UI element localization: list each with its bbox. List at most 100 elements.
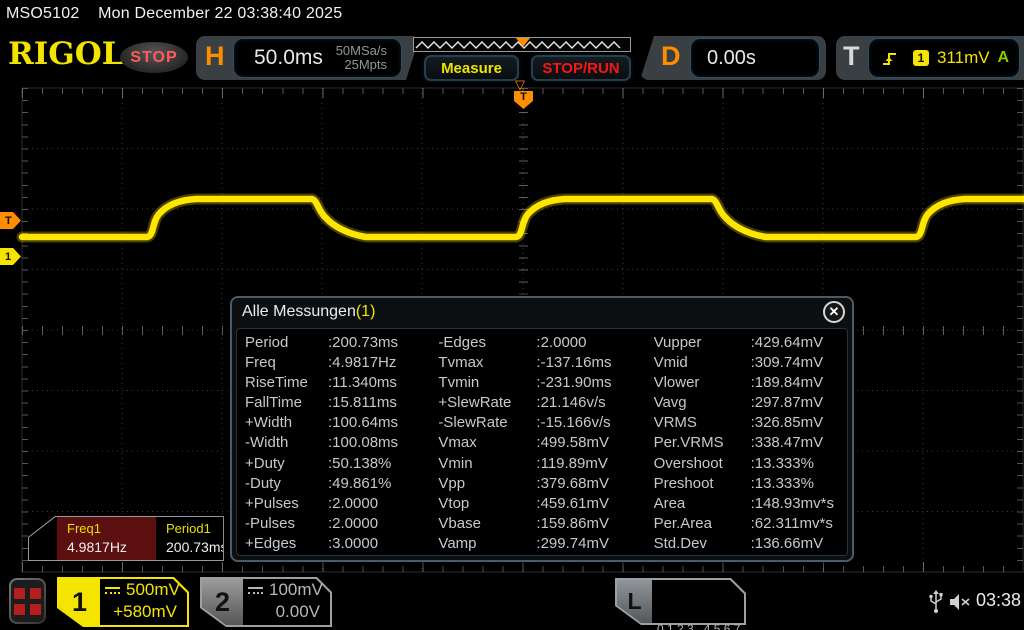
measurement-readout-inner: Freq1 4.9817Hz Period1 200.73ms	[29, 517, 223, 560]
measure-value: :-137.16ms	[536, 354, 611, 374]
measure-label: -Width	[245, 434, 328, 454]
readout-period1-value: 200.73ms	[166, 539, 224, 555]
channel2-scale: 100mV	[269, 580, 323, 600]
measure-value: :159.86mV	[536, 515, 609, 535]
measure-row: -Pulses:2.0000	[245, 515, 438, 535]
measure-value: :15.811ms	[328, 394, 397, 414]
measure-label: Preshoot	[654, 475, 751, 495]
measure-value: :299.74mV	[536, 535, 609, 555]
measure-label: RiseTime	[245, 374, 328, 394]
readout-cell-period1[interactable]: Period1 200.73ms	[156, 517, 224, 560]
measure-value: :200.73ms	[328, 334, 398, 354]
readout-freq1-label: Freq1	[67, 521, 156, 536]
measure-panel-count: (1)	[356, 303, 376, 321]
measure-label: Period	[245, 334, 328, 354]
measure-row: Tvmax:-137.16ms	[438, 354, 653, 374]
measure-value: :429.64mV	[751, 334, 824, 354]
measure-label: -Duty	[245, 475, 328, 495]
measure-row: Vavg:297.87mV	[654, 394, 847, 414]
measure-row: +SlewRate:21.146v/s	[438, 394, 653, 414]
measure-row: Period:200.73ms	[245, 334, 438, 354]
measure-row: Vmax:499.58mV	[438, 434, 653, 454]
measure-label: Vupper	[654, 334, 751, 354]
measure-row: FallTime:15.811ms	[245, 394, 438, 414]
menu-grid-button[interactable]	[9, 578, 46, 624]
channel2-number: 2	[202, 579, 243, 625]
measure-label: Vpp	[438, 475, 536, 495]
measure-label: +SlewRate	[438, 394, 536, 414]
measure-panel-title: Alle Messungen (1)	[232, 298, 852, 326]
measure-value: :379.68mV	[536, 475, 609, 495]
measure-value: :189.84mV	[751, 374, 824, 394]
measure-label: -Edges	[438, 334, 536, 354]
measure-row: Vbase:159.86mV	[438, 515, 653, 535]
measure-label: Vtop	[438, 495, 536, 515]
measure-row: Freq:4.9817Hz	[245, 354, 438, 374]
measurement-readout-box: Freq1 4.9817Hz Period1 200.73ms	[28, 516, 224, 561]
measure-value: :49.861%	[328, 475, 391, 495]
readout-freq1-value: 4.9817Hz	[67, 539, 156, 555]
measure-label: Area	[654, 495, 751, 515]
measure-row: Vamp:299.74mV	[438, 535, 653, 555]
measure-row: Tvmin:-231.90ms	[438, 374, 653, 394]
measure-value: :13.333%	[751, 475, 814, 495]
readout-period1-label: Period1	[166, 521, 224, 536]
measure-row: RiseTime:11.340ms	[245, 374, 438, 394]
measure-label: Vavg	[654, 394, 751, 414]
measure-label: Vbase	[438, 515, 536, 535]
measure-value: :100.08ms	[328, 434, 398, 454]
measure-value: :3.0000	[328, 535, 378, 555]
measure-label: Vamp	[438, 535, 536, 555]
measure-label: Vmin	[438, 455, 536, 475]
readout-cell-freq1[interactable]: Freq1 4.9817Hz	[57, 517, 156, 560]
measure-row: Preshoot:13.333%	[654, 475, 847, 495]
measure-label: -Pulses	[245, 515, 328, 535]
measure-row: +Pulses:2.0000	[245, 495, 438, 515]
logic-channel-numbers: 0 1 2 3 4 5 6 7 8 9 1011 12131415	[657, 582, 740, 621]
measure-label: Vmid	[654, 354, 751, 374]
usb-icon	[928, 590, 944, 614]
measure-label: VRMS	[654, 414, 751, 434]
measure-value: :-15.166v/s	[536, 414, 610, 434]
close-icon[interactable]: ✕	[823, 301, 845, 323]
measure-label: FallTime	[245, 394, 328, 414]
measure-row: Std.Dev:136.66mV	[654, 535, 847, 555]
measure-label: -SlewRate	[438, 414, 536, 434]
dc-coupling-icon	[248, 587, 263, 594]
channel1-badge[interactable]: 1 500mV +580mV	[57, 577, 189, 627]
measure-row: Overshoot:13.333%	[654, 455, 847, 475]
clock: 03:38	[976, 590, 1021, 611]
measure-row: Vmid:309.74mV	[654, 354, 847, 374]
measure-row: +Edges:3.0000	[245, 535, 438, 555]
measure-row: -SlewRate:-15.166v/s	[438, 414, 653, 434]
logic-label: L	[617, 580, 652, 623]
logic-channels-badge[interactable]: L 0 1 2 3 4 5 6 7 8 9 1011 12131415	[615, 578, 746, 625]
channel2-badge[interactable]: 2 100mV 0.00V	[200, 577, 332, 627]
measure-row: Vpp:379.68mV	[438, 475, 653, 495]
measure-row: +Duty:50.138%	[245, 455, 438, 475]
channel1-number: 1	[59, 579, 100, 625]
oscilloscope-screen: MSO5102 Mon December 22 03:38:40 2025 RI…	[0, 0, 1024, 630]
logic-row-1: 0 1 2 3 4 5 6 7	[657, 620, 740, 630]
measure-value: :-231.90ms	[536, 374, 611, 394]
measure-value: :136.66mV	[751, 535, 824, 555]
measure-row: Vupper:429.64mV	[654, 334, 847, 354]
measure-value: :148.93mv*s	[751, 495, 834, 515]
measure-value: :62.311mv*s	[751, 515, 833, 535]
measure-label: Tvmax	[438, 354, 536, 374]
measure-label: Vlower	[654, 374, 751, 394]
measure-value: :100.64ms	[328, 414, 398, 434]
channel2-offset: 0.00V	[248, 602, 324, 622]
measure-value: :50.138%	[328, 455, 391, 475]
measure-row: Per.VRMS:338.47mV	[654, 434, 847, 454]
measure-row: -Duty:49.861%	[245, 475, 438, 495]
channel1-offset: +580mV	[105, 602, 181, 622]
measure-panel-body: Period:200.73msFreq:4.9817HzRiseTime:11.…	[236, 328, 848, 556]
measure-label: +Edges	[245, 535, 328, 555]
measure-row: -Edges:2.0000	[438, 334, 653, 354]
speaker-mute-icon	[948, 592, 972, 612]
measure-value: :13.333%	[751, 455, 814, 475]
measure-label: +Width	[245, 414, 328, 434]
measure-label: Overshoot	[654, 455, 751, 475]
measure-value: :2.0000	[536, 334, 586, 354]
